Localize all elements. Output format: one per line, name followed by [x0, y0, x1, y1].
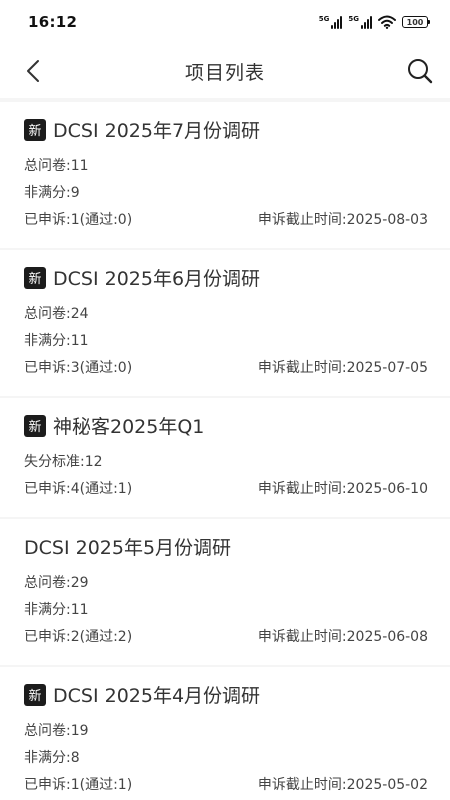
project-title: DCSI 2025年5月份调研: [24, 537, 232, 559]
appeal-count: 已申诉:2(通过:2): [24, 629, 133, 645]
signal-icon: 5G: [348, 15, 372, 29]
project-card[interactable]: 新 DCSI 2025年6月份调研总问卷:24 非满分:11 已申诉:3(通过:0) 申…: [0, 250, 450, 396]
project-stat: 总问卷:24: [24, 306, 89, 322]
appeal-deadline: 申诉截止时间:2025-06-08: [257, 629, 428, 645]
battery-icon: 100: [402, 16, 430, 28]
project-list: 新 DCSI 2025年7月份调研总问卷:11 非满分:9 已申诉:1(通过:0) 申诉…: [0, 102, 450, 800]
appeal-count: 已申诉:3(通过:0): [24, 360, 133, 376]
appeal-row: 已申诉:1(通过:1) 申诉截止时间:2025-05-02: [24, 772, 428, 799]
project-title-row: 新 DCSI 2025年7月份调研: [24, 116, 428, 143]
project-stat: 总问卷:29: [24, 575, 89, 591]
search-icon: [408, 59, 433, 84]
signal-icon: 5G: [319, 15, 343, 29]
new-badge: 新: [24, 118, 46, 141]
nav-bar: 项目列表: [0, 44, 450, 98]
status-bar: 16:12 5G 5G 100: [0, 0, 450, 44]
appeal-row: 已申诉:4(通过:1) 申诉截止时间:2025-06-10: [24, 476, 428, 503]
project-stat: 总问卷:19: [24, 723, 89, 739]
project-stat: 非满分:9: [24, 185, 80, 201]
project-stat: 非满分:11: [24, 333, 89, 349]
status-time: 16:12: [28, 13, 78, 31]
project-card[interactable]: 新 DCSI 2025年4月份调研总问卷:19 非满分:8 已申诉:1(通过:1) 申诉…: [0, 667, 450, 800]
wifi-icon: [378, 15, 396, 29]
project-stat: 失分标准:12: [24, 454, 103, 470]
appeal-count: 已申诉:1(通过:1): [24, 777, 133, 793]
project-stat: 总问卷:11: [24, 158, 89, 174]
back-button[interactable]: [16, 53, 52, 89]
appeal-deadline: 申诉截止时间:2025-07-05: [257, 360, 428, 376]
appeal-count: 已申诉:1(通过:0): [24, 212, 133, 228]
project-title-row: 新 DCSI 2025年6月份调研: [24, 264, 428, 291]
status-icons: 5G 5G 100: [319, 15, 430, 29]
appeal-row: 已申诉:3(通过:0) 申诉截止时间:2025-07-05: [24, 355, 428, 382]
appeal-row: 已申诉:1(通过:0) 申诉截止时间:2025-08-03: [24, 207, 428, 234]
signal-label: 5G: [348, 15, 359, 23]
project-title-row: DCSI 2025年5月份调研: [24, 533, 428, 560]
project-card[interactable]: 新 DCSI 2025年7月份调研总问卷:11 非满分:9 已申诉:1(通过:0) 申诉…: [0, 102, 450, 248]
project-card[interactable]: DCSI 2025年5月份调研总问卷:29 非满分:11 已申诉:2(通过:2) 申诉…: [0, 519, 450, 665]
new-badge: 新: [24, 683, 46, 706]
appeal-deadline: 申诉截止时间:2025-08-03: [257, 212, 428, 228]
signal-label: 5G: [318, 15, 330, 23]
project-title: DCSI 2025年6月份调研: [53, 268, 261, 290]
page-title: 项目列表: [184, 61, 265, 84]
project-title-row: 新 DCSI 2025年4月份调研: [24, 681, 428, 708]
appeal-deadline: 申诉截止时间:2025-05-02: [257, 777, 428, 793]
project-title: DCSI 2025年7月份调研: [53, 120, 261, 142]
chevron-left-icon: [27, 60, 39, 82]
new-badge: 新: [24, 414, 46, 437]
project-title-row: 新神秘客2025年Q1: [24, 412, 428, 439]
project-title: DCSI 2025年4月份调研: [53, 685, 261, 707]
project-stat: 非满分:8: [24, 750, 80, 766]
project-title: 神秘客2025年Q1: [53, 416, 205, 438]
new-badge: 新: [24, 266, 46, 289]
appeal-row: 已申诉:2(通过:2) 申诉截止时间:2025-06-08: [24, 624, 428, 651]
project-card[interactable]: 新神秘客2025年Q1 失分标准:12 已申诉:4(通过:1) 申诉截止时间:2025…: [0, 398, 450, 517]
search-button[interactable]: [402, 53, 438, 89]
appeal-deadline: 申诉截止时间:2025-06-10: [257, 481, 428, 497]
appeal-count: 已申诉:4(通过:1): [24, 481, 133, 497]
project-stat: 非满分:11: [24, 602, 89, 618]
